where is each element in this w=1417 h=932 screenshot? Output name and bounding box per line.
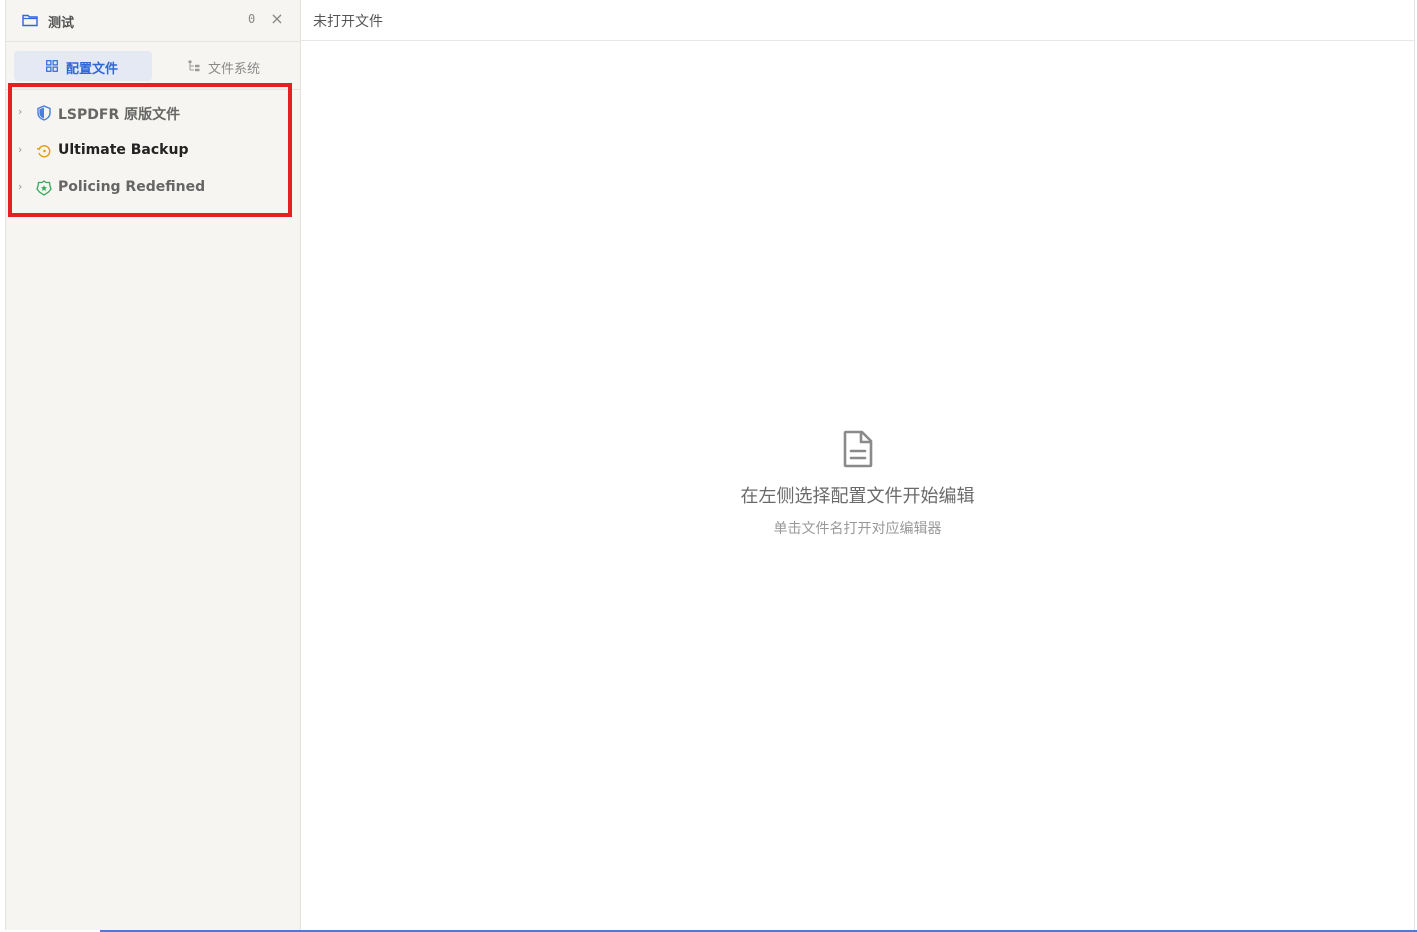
document-icon [843,430,872,468]
tree-icon [188,60,200,72]
tab-label: 文件系统 [208,62,261,77]
tree-item-lspdfr[interactable]: › LSPDFR 原版文件 [6,97,286,129]
police-badge-icon [36,180,52,196]
restore-icon [36,145,51,158]
tree-item-ultimate-backup[interactable]: › Ultimate Backup [6,135,286,167]
folder-icon [22,14,38,27]
tab-label: 配置文件 [66,62,119,77]
tree-item-policing-redefined[interactable]: › Policing Redefined [6,172,286,204]
shield-icon [37,105,51,121]
tree-item-label: Policing Redefined [58,179,206,195]
editor-area: 未打开文件 在左侧选择配置文件开始编辑 单击文件名打开对应编辑器 [301,0,1415,930]
project-count: 0 [248,12,256,26]
chevron-right-icon[interactable]: › [18,105,28,118]
empty-state: 在左侧选择配置文件开始编辑 单击文件名打开对应编辑器 [301,430,1414,538]
sidebar-header: 测试 0 × [6,0,300,42]
empty-state-subtitle: 单击文件名打开对应编辑器 [773,521,942,537]
app-window: 测试 0 × 配置文件 文件系统 › LSPDFR 原版文件 › Ultimat… [0,0,1417,932]
chevron-right-icon[interactable]: › [18,180,28,193]
chevron-right-icon[interactable]: › [18,143,28,156]
tree-item-label: LSPDFR 原版文件 [58,107,181,123]
sidebar-tabs: 配置文件 文件系统 [6,42,300,90]
editor-title: 未打开文件 [313,14,383,30]
tree-item-label: Ultimate Backup [58,142,189,158]
empty-state-title: 在左侧选择配置文件开始编辑 [740,486,975,507]
sidebar: 测试 0 × 配置文件 文件系统 › LSPDFR 原版文件 › Ultimat… [5,0,301,930]
project-title: 测试 [48,16,75,31]
tab-config-files[interactable]: 配置文件 [14,51,152,81]
close-icon[interactable]: × [268,9,286,29]
grid-icon [46,60,58,72]
editor-header: 未打开文件 [301,0,1414,41]
tab-file-system[interactable]: 文件系统 [156,51,294,81]
